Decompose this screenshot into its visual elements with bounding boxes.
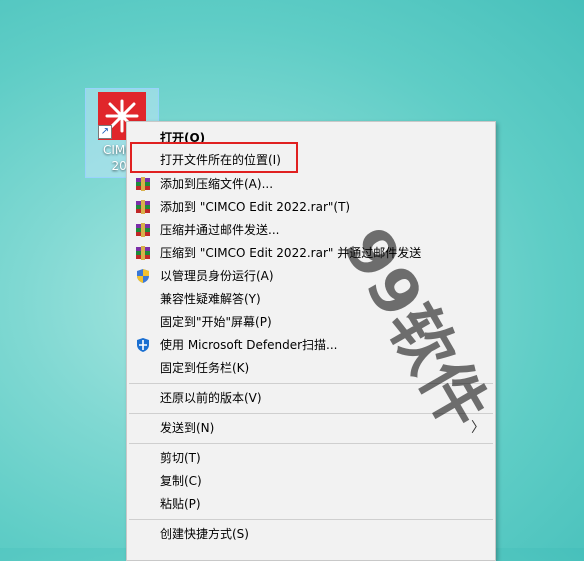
menu-item-label: 兼容性疑难解答(Y)	[160, 292, 261, 306]
chevron-right-icon: 〉	[471, 420, 485, 436]
menu-item-send-to[interactable]: 发送到(N) 〉	[127, 417, 495, 439]
context-menu: 打开(O) 打开文件所在的位置(I) 添加到压缩文件(A)... 添加到 "CI…	[126, 121, 496, 561]
menu-item-run-admin[interactable]: 以管理员身份运行(A)	[127, 265, 495, 287]
highlight-box	[130, 142, 298, 173]
winrar-icon	[135, 222, 151, 238]
menu-item-label: 添加到 "CIMCO Edit 2022.rar"(T)	[160, 200, 351, 214]
menu-item-label: 压缩并通过邮件发送...	[160, 223, 280, 237]
menu-item-label: 粘贴(P)	[160, 497, 201, 511]
menu-item-pin-taskbar[interactable]: 固定到任务栏(K)	[127, 357, 495, 379]
menu-item-label: 固定到任务栏(K)	[160, 361, 250, 375]
defender-shield-icon	[135, 337, 151, 353]
menu-item-compress-rar-email[interactable]: 压缩到 "CIMCO Edit 2022.rar" 并通过邮件发送	[127, 242, 495, 264]
menu-item-label: 压缩到 "CIMCO Edit 2022.rar" 并通过邮件发送	[160, 246, 422, 260]
winrar-icon	[135, 176, 151, 192]
winrar-icon	[135, 199, 151, 215]
menu-item-label: 还原以前的版本(V)	[160, 391, 262, 405]
menu-separator	[129, 443, 493, 444]
menu-item-cut[interactable]: 剪切(T)	[127, 447, 495, 469]
menu-item-add-archive[interactable]: 添加到压缩文件(A)...	[127, 173, 495, 195]
menu-item-paste[interactable]: 粘贴(P)	[127, 493, 495, 515]
menu-item-pin-start[interactable]: 固定到"开始"屏幕(P)	[127, 311, 495, 333]
uac-shield-icon	[135, 268, 151, 284]
menu-separator	[129, 383, 493, 384]
menu-item-create-shortcut[interactable]: 创建快捷方式(S)	[127, 523, 495, 545]
menu-separator	[129, 413, 493, 414]
menu-item-label: 以管理员身份运行(A)	[160, 269, 274, 283]
menu-item-label: 添加到压缩文件(A)...	[160, 177, 274, 191]
menu-item-label: 剪切(T)	[160, 451, 201, 465]
shortcut-arrow-icon: ↗	[98, 125, 112, 139]
menu-item-compat[interactable]: 兼容性疑难解答(Y)	[127, 288, 495, 310]
menu-item-label: 复制(C)	[160, 474, 202, 488]
winrar-icon	[135, 245, 151, 261]
menu-item-compress-email[interactable]: 压缩并通过邮件发送...	[127, 219, 495, 241]
menu-item-restore-previous[interactable]: 还原以前的版本(V)	[127, 387, 495, 409]
menu-item-defender-scan[interactable]: 使用 Microsoft Defender扫描...	[127, 334, 495, 356]
menu-separator	[129, 519, 493, 520]
menu-item-label: 固定到"开始"屏幕(P)	[160, 315, 272, 329]
menu-item-label: 使用 Microsoft Defender扫描...	[160, 338, 338, 352]
menu-item-add-rar[interactable]: 添加到 "CIMCO Edit 2022.rar"(T)	[127, 196, 495, 218]
menu-item-copy[interactable]: 复制(C)	[127, 470, 495, 492]
menu-item-label: 发送到(N)	[160, 421, 215, 435]
menu-item-label: 创建快捷方式(S)	[160, 527, 249, 541]
